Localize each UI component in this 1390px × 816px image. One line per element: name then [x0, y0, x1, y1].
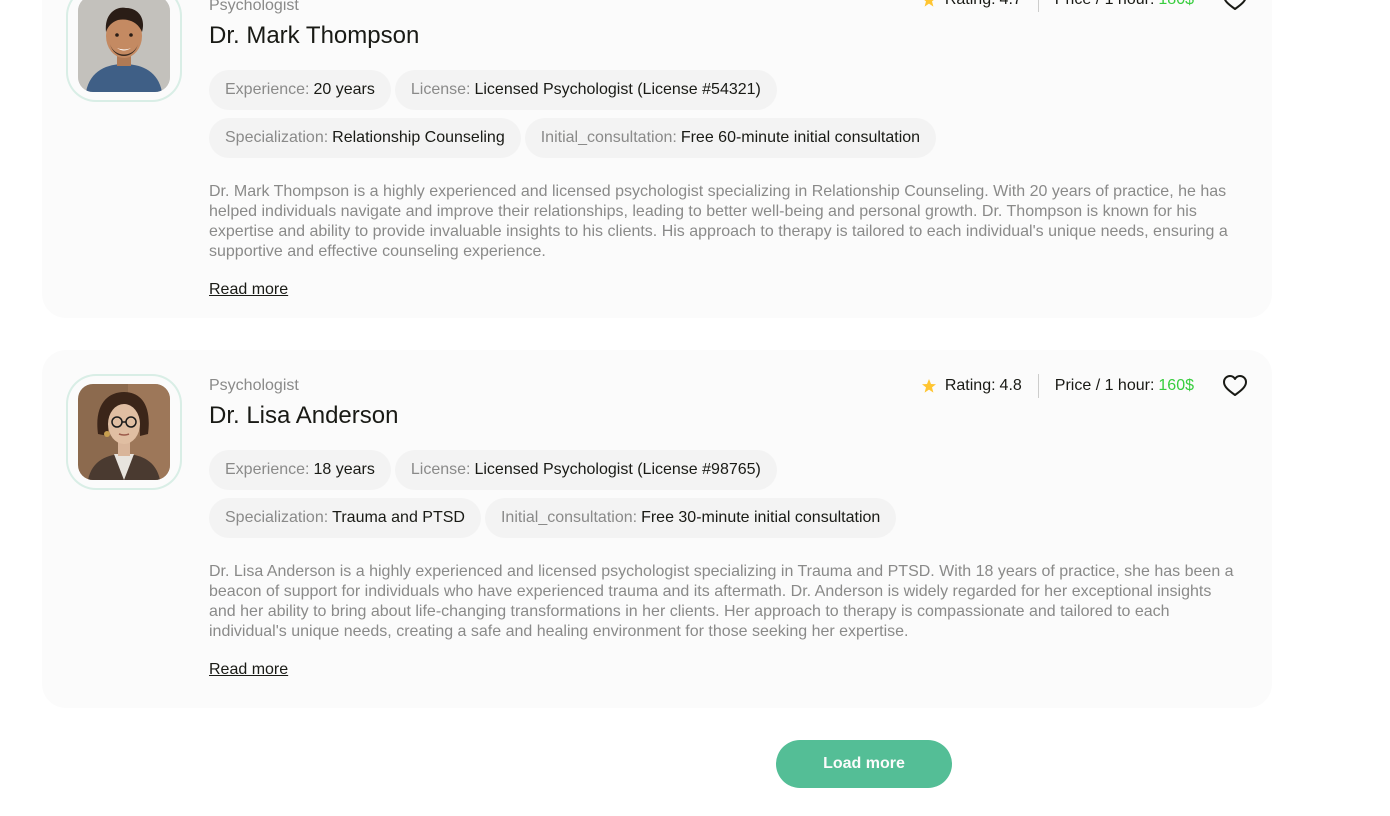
psychologist-name: Dr. Lisa Anderson — [209, 402, 399, 429]
tag-license: License: Licensed Psychologist (License … — [394, 70, 777, 110]
tag-value: Free 60-minute initial consultation — [680, 129, 921, 146]
read-more-link[interactable]: Read more — [209, 278, 288, 302]
tag-key: Experience: — [225, 81, 310, 98]
tag-initial-consultation: Initial_consultation: Free 60-minute ini… — [524, 118, 937, 158]
tag-list: Experience: 20 years License: Licensed P… — [209, 70, 1029, 158]
avatar — [78, 0, 170, 92]
tag-value: Trauma and PTSD — [332, 509, 465, 526]
tag-value: Licensed Psychologist (License #54321) — [474, 81, 761, 98]
psychologist-card: Rating: 4.7 Price / 1 hour: 180$ Psychol… — [42, 0, 1272, 318]
load-more-button[interactable]: Load more — [776, 740, 952, 788]
tag-value: Free 30-minute initial consultation — [641, 509, 881, 526]
avatar-photo-mark — [78, 0, 170, 92]
tag-initial-consultation: Initial_consultation: Free 30-minute ini… — [484, 498, 897, 538]
tag-key: License: — [410, 461, 471, 478]
psychologist-description: Dr. Mark Thompson is a highly experience… — [209, 183, 1228, 260]
card-content: Psychologist Dr. Lisa Anderson Experienc… — [209, 376, 1248, 682]
tag-specialization: Specialization: Trauma and PTSD — [209, 498, 481, 538]
tag-list: Experience: 18 years License: Licensed P… — [209, 450, 1029, 538]
psychologist-name: Dr. Mark Thompson — [209, 22, 420, 49]
avatar-photo-lisa — [78, 384, 170, 480]
tag-value: Relationship Counseling — [332, 129, 505, 146]
psychologist-description: Dr. Lisa Anderson is a highly experience… — [209, 563, 1234, 640]
role-label: Psychologist — [209, 0, 299, 14]
tag-license: License: Licensed Psychologist (License … — [394, 450, 777, 490]
avatar-frame — [66, 374, 182, 490]
role-label: Psychologist — [209, 377, 299, 394]
tag-experience: Experience: 18 years — [209, 450, 391, 490]
card-content: Psychologist Dr. Mark Thompson Experienc… — [209, 0, 1248, 302]
tag-value: 20 years — [313, 81, 375, 98]
avatar-frame — [66, 0, 182, 102]
read-more-link[interactable]: Read more — [209, 658, 288, 682]
tag-value: Licensed Psychologist (License #98765) — [474, 461, 761, 478]
tag-key: Specialization: — [225, 129, 329, 146]
tag-experience: Experience: 20 years — [209, 70, 391, 110]
tag-key: Specialization: — [225, 509, 329, 526]
tag-key: Initial_consultation: — [540, 129, 677, 146]
tag-key: License: — [410, 81, 471, 98]
tag-value: 18 years — [313, 461, 375, 478]
tag-key: Experience: — [225, 461, 310, 478]
avatar — [78, 384, 170, 480]
psychologist-card: Rating: 4.8 Price / 1 hour: 160$ Psychol… — [42, 350, 1272, 708]
tag-specialization: Specialization: Relationship Counseling — [209, 118, 521, 158]
tag-key: Initial_consultation: — [500, 509, 638, 526]
